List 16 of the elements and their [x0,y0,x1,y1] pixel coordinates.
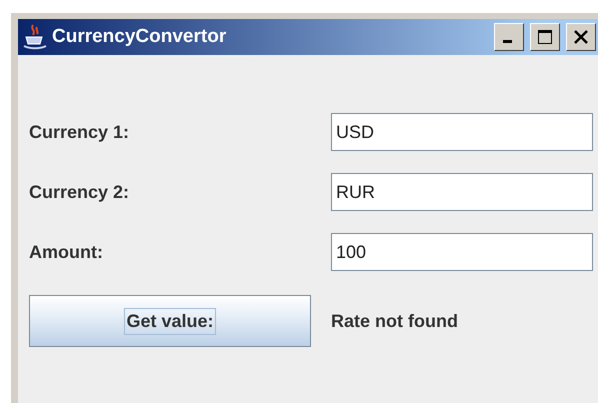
get-value-button[interactable]: Get value: [29,295,311,347]
close-icon [573,29,589,45]
field-label: Currency 1: [29,122,130,142]
input-field[interactable]: RUR [331,173,593,211]
result-text: Rate not found [331,310,458,332]
minimize-icon [503,40,512,43]
window-title: CurrencyConvertor [52,26,228,48]
field-label: Amount: [29,242,104,262]
input-field[interactable]: USD [331,113,593,151]
coffee-cup-icon [22,23,48,51]
input-field[interactable]: 100 [331,233,593,271]
maximize-button[interactable] [530,23,560,51]
field-label: Currency 2: [29,182,130,202]
maximize-icon [537,29,553,45]
minimize-button[interactable] [494,23,524,51]
close-button[interactable] [566,23,596,51]
